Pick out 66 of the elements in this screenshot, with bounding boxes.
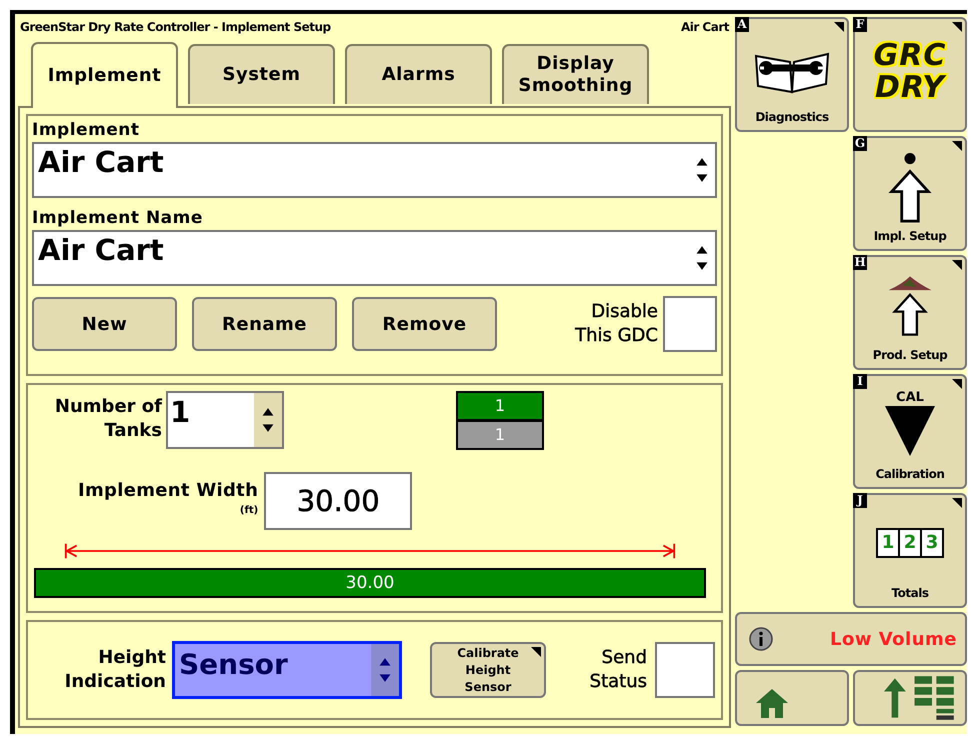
dropdown-field[interactable]: Air Cart xyxy=(32,142,717,198)
spinner-icon xyxy=(378,657,392,683)
corner-mark-icon xyxy=(952,141,962,151)
key-letter: G xyxy=(853,136,867,151)
tank-indicator: 1 xyxy=(458,393,542,419)
key-label: Diagnostics xyxy=(755,110,829,124)
key-letter: J xyxy=(853,493,867,508)
context-label: Air Cart xyxy=(680,20,729,34)
field-label: Implement xyxy=(32,120,141,140)
key-letter: I xyxy=(853,374,867,389)
key-label: Impl. Setup xyxy=(874,229,946,243)
button[interactable]: Remove xyxy=(352,297,497,351)
button[interactable]: Rename xyxy=(192,297,337,351)
key-label: Calibration xyxy=(876,467,944,481)
counter-display: 1 2 3 xyxy=(876,528,944,558)
number-spinner[interactable]: 1 xyxy=(166,391,284,449)
dropdown-field[interactable]: Air Cart xyxy=(32,230,717,286)
field-label: Implement Name xyxy=(32,208,204,228)
button[interactable]: New xyxy=(32,297,177,351)
tab[interactable]: Display Smoothing xyxy=(502,44,649,104)
info-icon xyxy=(749,627,773,651)
tank-indicator: 1 xyxy=(458,422,542,448)
field-label: Number of Tanks xyxy=(54,395,162,443)
width-bar: 30.00 xyxy=(34,568,706,598)
tab[interactable]: Implement xyxy=(31,42,178,108)
tab[interactable]: System xyxy=(188,44,335,104)
corner-mark-icon xyxy=(531,647,541,657)
dropdown-field[interactable]: Sensor xyxy=(172,641,402,699)
menu-button[interactable] xyxy=(853,670,967,726)
corner-mark-icon xyxy=(834,22,844,32)
alarm-message: Low Volume xyxy=(830,628,957,650)
key-label: Prod. Setup xyxy=(872,348,948,362)
key-letter: H xyxy=(853,255,867,270)
logo-text: GRC DRY xyxy=(872,40,948,104)
checkbox-label: Send Status xyxy=(588,646,647,694)
softkey-button[interactable]: F GRC DRY xyxy=(853,17,967,132)
window-title: GreenStar Dry Rate Controller - Implement Setup xyxy=(20,20,331,34)
softkey-button[interactable]: J 1 2 3 Totals xyxy=(853,493,967,608)
softkey-button[interactable]: G Impl. Setup xyxy=(853,136,967,251)
corner-mark-icon xyxy=(952,498,962,508)
corner-mark-icon xyxy=(952,260,962,270)
checkbox[interactable] xyxy=(655,642,715,698)
softkey-button[interactable]: I CAL Calibration xyxy=(853,374,967,489)
up-arrow-icon xyxy=(887,151,933,225)
key-letter: F xyxy=(853,17,867,32)
softkey-button[interactable]: A Diagnostics xyxy=(735,17,849,132)
number-field[interactable]: 30.00 xyxy=(264,472,412,530)
key-letter: A xyxy=(735,17,749,32)
spinner-icon xyxy=(695,245,709,271)
checkbox-label: Disable This GDC xyxy=(574,300,658,348)
tab[interactable]: Alarms xyxy=(345,44,492,104)
field-label: Implement Width xyxy=(78,480,258,501)
softkey-button[interactable]: H Prod. Setup xyxy=(853,255,967,370)
home-button[interactable] xyxy=(735,670,849,726)
home-icon xyxy=(754,687,790,719)
spinner-icon xyxy=(261,407,275,433)
down-triangle-icon xyxy=(885,405,935,457)
field-label: Height Indication xyxy=(64,646,166,694)
corner-mark-icon xyxy=(952,22,962,32)
unit-label: (ft) xyxy=(238,505,258,516)
spinner-icon xyxy=(695,157,709,183)
button[interactable]: Calibrate Height Sensor xyxy=(430,642,546,698)
key-caption: CAL xyxy=(896,390,924,405)
corner-mark-icon xyxy=(952,379,962,389)
checkbox[interactable] xyxy=(663,296,717,352)
key-label: Totals xyxy=(892,586,928,600)
